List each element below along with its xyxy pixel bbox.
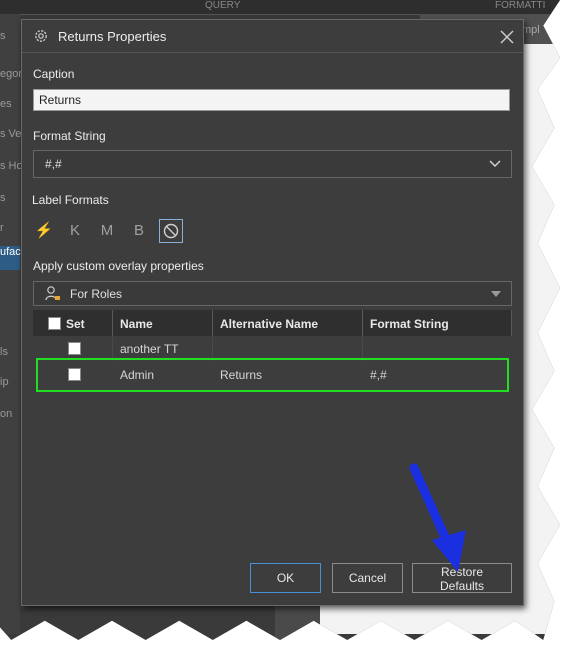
column-divider[interactable] bbox=[511, 310, 512, 336]
right-header-text: mpl bbox=[522, 24, 540, 36]
header-alternative-name: Alternative Name bbox=[220, 317, 319, 331]
left-item[interactable]: s bbox=[0, 192, 6, 204]
label-formats-label: Label Formats bbox=[32, 193, 109, 207]
row-checkbox[interactable] bbox=[68, 342, 81, 355]
gear-icon bbox=[35, 30, 47, 42]
formatting-tab[interactable]: FORMATTI bbox=[495, 0, 545, 11]
left-item[interactable]: es bbox=[0, 98, 12, 110]
column-divider[interactable] bbox=[112, 310, 113, 336]
format-string-value: #,# bbox=[45, 157, 62, 171]
header-name: Name bbox=[120, 317, 153, 331]
roles-grid: Set Name Alternative Name Format String … bbox=[33, 310, 512, 402]
cancel-button[interactable]: Cancel bbox=[332, 563, 403, 593]
left-item[interactable]: s bbox=[0, 30, 6, 42]
caption-input[interactable] bbox=[33, 89, 510, 111]
lightning-icon[interactable]: ⚡ bbox=[32, 219, 56, 243]
query-tab[interactable]: QUERY bbox=[205, 0, 240, 11]
dialog-titlebar: Returns Properties bbox=[22, 20, 523, 53]
format-string-select[interactable]: #,# bbox=[33, 150, 512, 178]
billions-format-button[interactable]: B bbox=[127, 219, 151, 243]
annotation-arrow-icon bbox=[409, 463, 466, 572]
row-name: another TT bbox=[120, 342, 179, 356]
roles-select-value: For Roles bbox=[70, 287, 123, 301]
left-item[interactable]: s Ho bbox=[0, 160, 23, 172]
ok-button[interactable]: OK bbox=[250, 563, 321, 593]
left-item[interactable]: r bbox=[0, 222, 4, 234]
left-item[interactable]: on bbox=[0, 408, 12, 420]
no-format-button[interactable] bbox=[159, 219, 183, 243]
header-set: Set bbox=[66, 317, 85, 331]
left-item[interactable]: ip bbox=[0, 376, 9, 388]
left-item[interactable]: egor bbox=[0, 68, 22, 80]
background-left-panel: s egor es s Ve s Ho s r ufac ls ip on bbox=[0, 14, 23, 634]
left-item-selected[interactable]: ufac bbox=[0, 246, 21, 270]
highlight-box bbox=[36, 358, 509, 392]
user-lock-icon bbox=[45, 286, 60, 301]
background-toolbar: QUERY FORMATTI bbox=[0, 0, 560, 15]
roles-select[interactable]: For Roles bbox=[33, 281, 512, 306]
properties-dialog: Returns Properties Caption Format String… bbox=[21, 19, 524, 606]
dialog-title: Returns Properties bbox=[58, 29, 167, 44]
format-string-label: Format String bbox=[33, 129, 106, 143]
chevron-down-icon bbox=[489, 160, 501, 167]
background-right-strip bbox=[275, 600, 320, 640]
dropdown-caret-icon bbox=[491, 291, 501, 297]
column-divider[interactable] bbox=[362, 310, 363, 336]
millions-format-button[interactable]: M bbox=[95, 219, 119, 243]
left-item[interactable]: s Ve bbox=[0, 128, 21, 140]
thousands-format-button[interactable]: K bbox=[63, 219, 87, 243]
caption-label: Caption bbox=[33, 67, 75, 81]
overlay-label: Apply custom overlay properties bbox=[33, 259, 204, 273]
prohibited-icon bbox=[163, 223, 179, 239]
grid-header: Set Name Alternative Name Format String bbox=[33, 310, 512, 336]
column-divider[interactable] bbox=[212, 310, 213, 336]
select-all-checkbox[interactable] bbox=[48, 317, 61, 330]
left-item[interactable]: ls bbox=[0, 346, 8, 358]
close-icon[interactable] bbox=[496, 26, 518, 48]
header-format-string: Format String bbox=[370, 317, 449, 331]
